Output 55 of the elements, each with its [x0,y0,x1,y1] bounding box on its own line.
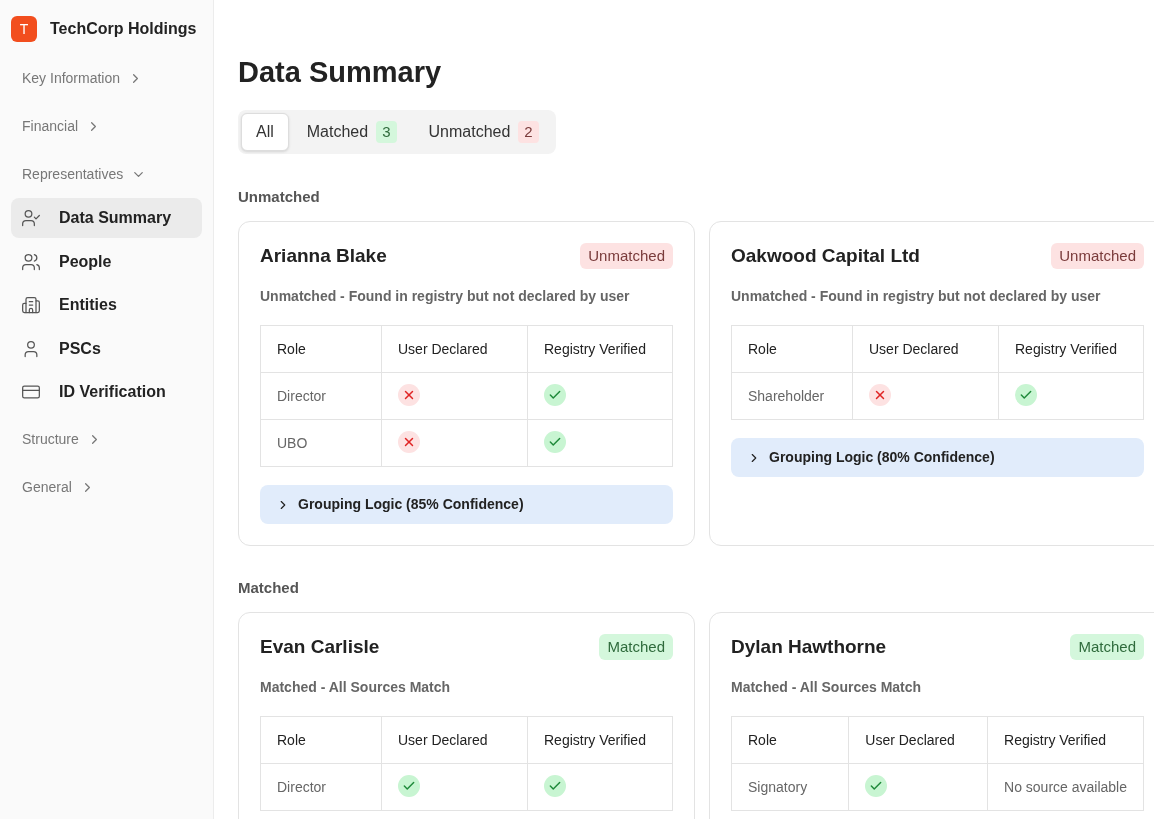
column-header: User Declared [381,325,528,373]
section-heading: Matched [238,578,300,598]
column-header: Registry Verified [987,716,1144,764]
users-icon [21,251,41,272]
user-check-icon [21,208,41,228]
section-heading: Unmatched [238,187,321,207]
status-badge: Unmatched [1051,242,1144,269]
column-header: Role [260,716,382,764]
table-cell: Signatory [731,763,849,811]
card-description: Unmatched - Found in registry but not declared by user [260,287,631,306]
card-title: Dylan Hawthorne [731,634,887,659]
column-header: Role [260,325,382,373]
nav-section[interactable]: Key Information [11,54,155,102]
table-cell: Shareholder [731,372,853,420]
grouping-toggle[interactable]: Grouping Logic (85% Confidence) [260,485,673,524]
nav-item[interactable]: ID Verification [11,372,202,413]
column-header: User Declared [852,325,999,373]
nav-item[interactable]: PSCs [11,328,202,369]
status-badge: Matched [599,633,673,660]
grouping-toggle[interactable]: Grouping Logic (80% Confidence) [731,438,1144,477]
card-description: Matched - All Sources Match [731,678,923,697]
nav-item[interactable]: Entities [11,285,202,326]
count-badge: 2 [518,120,539,144]
nav-section[interactable]: Financial [11,102,113,150]
column-header: Registry Verified [998,325,1144,373]
cell-text: No source available [1004,778,1127,795]
filter-tab[interactable]: Matched 3 [292,113,411,151]
status-badge: Unmatched [580,242,673,269]
company-logo: T [11,16,37,42]
card-title: Evan Carlisle [260,634,380,659]
card-description: Unmatched - Found in registry but not declared by user [731,287,1102,306]
card-title: Oakwood Capital Ltd [731,243,920,268]
nav-item[interactable]: People [11,241,202,282]
filter-tab[interactable]: All [241,113,289,151]
nav-item[interactable]: Data Summary [11,198,202,238]
column-header: Role [731,716,849,764]
filter-tab[interactable]: Unmatched 2 [414,113,553,151]
page-title: Data Summary [238,55,443,90]
card-description: Matched - All Sources Match [260,678,452,697]
building-icon [21,295,41,316]
column-header: User Declared [381,716,528,764]
column-header: User Declared [848,716,988,764]
table-cell: Director [260,763,382,811]
column-header: Role [731,325,853,373]
card-title: Arianna Blake [260,243,387,268]
nav-section[interactable]: General [11,463,106,512]
nav-section[interactable]: Representatives [11,150,158,198]
status-badge: Matched [1070,633,1144,660]
count-badge: 3 [376,120,397,144]
column-header: Registry Verified [527,716,673,764]
company-name: TechCorp Holdings [50,19,197,39]
table-cell: UBO [260,419,382,467]
nav-section[interactable]: Structure [11,415,113,464]
table-cell: Director [260,372,382,420]
column-header: Registry Verified [527,325,673,373]
